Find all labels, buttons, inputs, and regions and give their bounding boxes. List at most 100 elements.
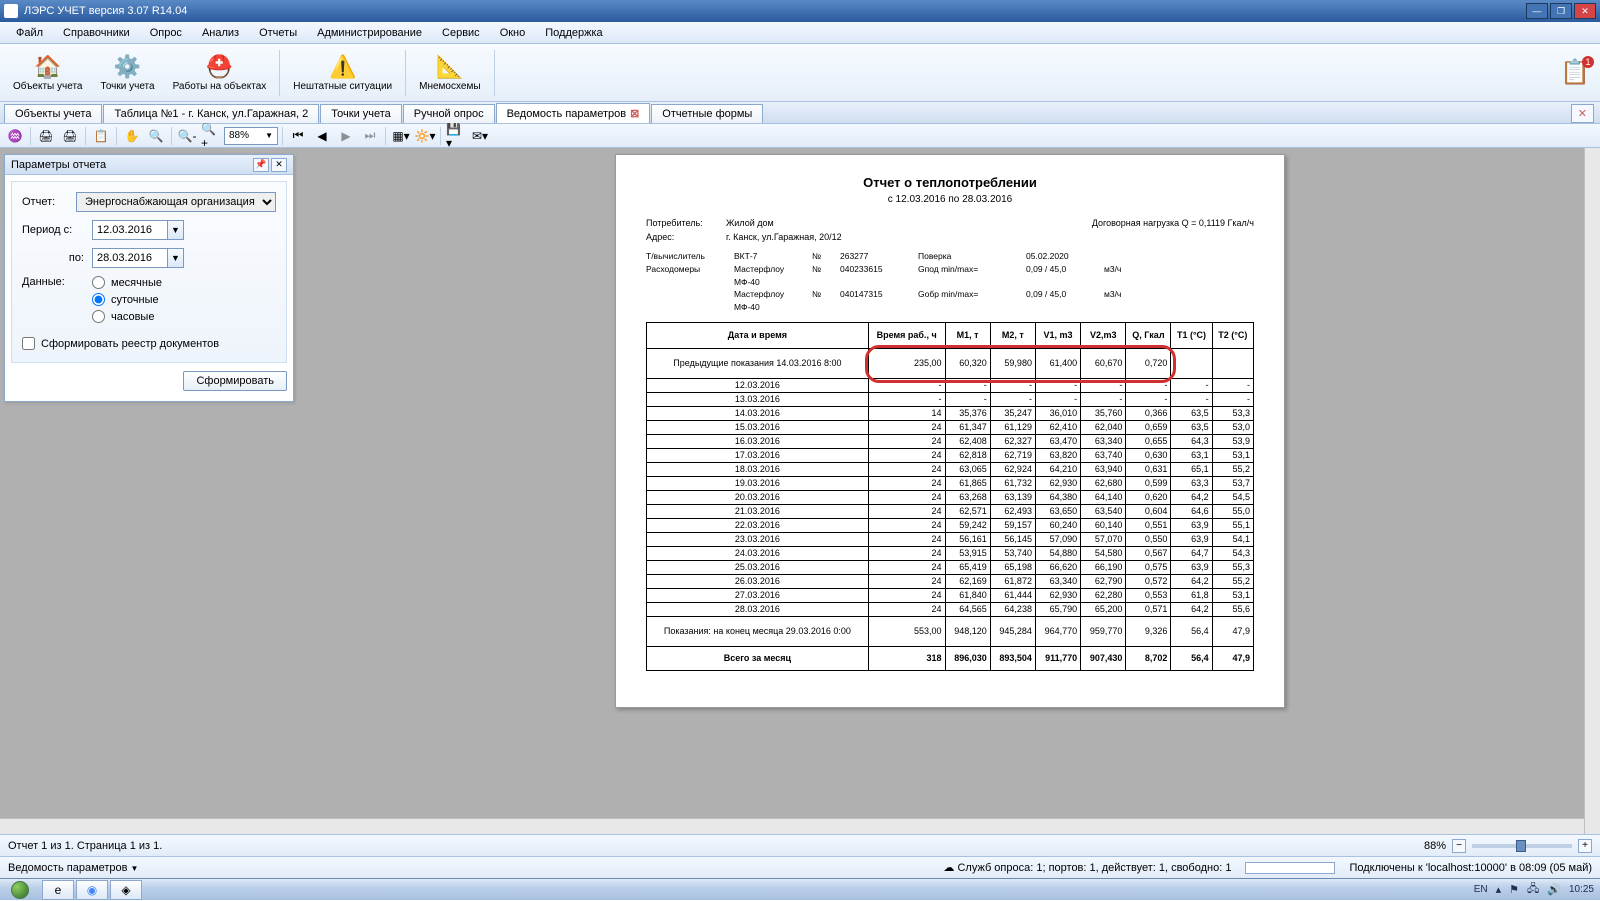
menu-Справочники[interactable]: Справочники bbox=[53, 24, 140, 42]
ribbon-4[interactable]: 📐Мнемосхемы bbox=[410, 50, 489, 95]
watermark-button[interactable]: 🔆▾ bbox=[414, 126, 436, 146]
start-button[interactable] bbox=[0, 879, 40, 901]
tab-3[interactable]: Ручной опрос bbox=[403, 104, 495, 123]
menu-Отчеты[interactable]: Отчеты bbox=[249, 24, 307, 42]
status-left[interactable]: Ведомость параметров▼ bbox=[8, 862, 138, 874]
tree-icon[interactable]: ♒ bbox=[4, 126, 26, 146]
report-label: Отчет: bbox=[22, 196, 76, 208]
email-button[interactable]: ✉▾ bbox=[469, 126, 491, 146]
ribbon-icon: ⛑️ bbox=[204, 53, 234, 81]
close-all-tabs-button[interactable]: ✕ bbox=[1571, 104, 1594, 123]
windows-taskbar: e ◉ ◈ EN ▴ ⚑ 🖧 🔊 10:25 bbox=[0, 878, 1600, 900]
minimize-button[interactable]: — bbox=[1526, 3, 1548, 19]
ribbon-0[interactable]: 🏠Объекты учета bbox=[4, 50, 92, 95]
last-page-button[interactable]: ⏭ bbox=[359, 126, 381, 146]
registry-checkbox-label: Сформировать реестр документов bbox=[41, 338, 219, 350]
zoom-slider[interactable] bbox=[1472, 844, 1572, 848]
clock[interactable]: 10:25 bbox=[1569, 884, 1594, 895]
quick-print-button[interactable]: 🖨 bbox=[59, 126, 81, 146]
menu-Анализ[interactable]: Анализ bbox=[192, 24, 249, 42]
copy-button[interactable]: 📋 bbox=[90, 126, 112, 146]
report-viewport[interactable]: Отчет о теплопотреблении с 12.03.2016 по… bbox=[588, 148, 1312, 834]
report-status-bar: Отчет 1 из 1. Страница 1 из 1. 88% − + bbox=[0, 834, 1600, 856]
tab-2[interactable]: Точки учета bbox=[320, 104, 402, 123]
connection-status: Подключены к 'localhost:10000' в 08:09 (… bbox=[1349, 862, 1592, 874]
tab-1[interactable]: Таблица №1 - г. Канск, ул.Гаражная, 2 bbox=[103, 104, 319, 123]
menu-Окно[interactable]: Окно bbox=[490, 24, 536, 42]
menu-Поддержка[interactable]: Поддержка bbox=[535, 24, 612, 42]
horizontal-scrollbar[interactable] bbox=[0, 818, 1584, 834]
first-page-button[interactable]: ⏮ bbox=[287, 126, 309, 146]
layout-button[interactable]: ▦▾ bbox=[390, 126, 412, 146]
menu-Файл[interactable]: Файл bbox=[6, 24, 53, 42]
close-icon[interactable]: ⊠ bbox=[630, 108, 639, 120]
pin-button[interactable]: 📌 bbox=[253, 158, 269, 172]
ribbon-2[interactable]: ⛑️Работы на объектах bbox=[164, 50, 276, 95]
progress-bar bbox=[1245, 862, 1335, 874]
zoom-combo[interactable]: 88%▼ bbox=[224, 127, 278, 145]
report-toolbar: ♒ 🖨 🖨 📋 ✋ 🔍 🔍- 🔍+ 88%▼ ⏮ ◀ ▶ ⏭ ▦▾ 🔆▾ 💾▾ … bbox=[0, 124, 1600, 148]
zoom-tool-button[interactable]: 🔍 bbox=[145, 126, 167, 146]
hand-tool-button[interactable]: ✋ bbox=[121, 126, 143, 146]
generate-button[interactable]: Сформировать bbox=[183, 371, 287, 391]
tab-0[interactable]: Объекты учета bbox=[4, 104, 102, 123]
report-select[interactable]: Энергоснабжающая организация bbox=[76, 192, 276, 212]
zoom-percent: 88% bbox=[1424, 840, 1446, 852]
notifications-icon[interactable]: 📋1 bbox=[1560, 58, 1590, 87]
document-tabs: Объекты учетаТаблица №1 - г. Канск, ул.Г… bbox=[0, 102, 1600, 124]
zoom-in-button[interactable]: 🔍+ bbox=[200, 126, 222, 146]
panel-close-button[interactable]: ✕ bbox=[271, 158, 287, 172]
period-to-input[interactable]: ▼ bbox=[92, 248, 184, 268]
menu-Опрос[interactable]: Опрос bbox=[140, 24, 192, 42]
taskbar-chrome[interactable]: ◉ bbox=[76, 880, 108, 900]
restore-button[interactable]: ❐ bbox=[1550, 3, 1572, 19]
tray-flag-icon[interactable]: ⚑ bbox=[1509, 883, 1519, 896]
taskbar-app[interactable]: ◈ bbox=[110, 880, 142, 900]
zoom-out-small-button[interactable]: − bbox=[1452, 839, 1466, 853]
tray-up-icon[interactable]: ▴ bbox=[1496, 883, 1502, 896]
window-title: ЛЭРС УЧЕТ версия 3.07 R14.04 bbox=[24, 5, 1526, 17]
ribbon-3[interactable]: ⚠️Нештатные ситуации bbox=[284, 50, 401, 95]
tray-network-icon[interactable]: 🖧 bbox=[1527, 880, 1539, 899]
next-page-button[interactable]: ▶ bbox=[335, 126, 357, 146]
period-from-input[interactable]: ▼ bbox=[92, 220, 184, 240]
data-radio-2[interactable] bbox=[92, 310, 105, 323]
data-label: Данные: bbox=[22, 276, 92, 288]
tray-volume-icon[interactable]: 🔊 bbox=[1547, 883, 1561, 896]
tab-4[interactable]: Ведомость параметров⊠ bbox=[496, 103, 651, 123]
ribbon-icon: 📐 bbox=[435, 53, 465, 81]
report-table: Дата и времяВремя раб., чM1, тM2, тV1, m… bbox=[646, 322, 1254, 671]
period-to-label: по: bbox=[22, 252, 92, 264]
tab-5[interactable]: Отчетные формы bbox=[651, 104, 763, 123]
prev-page-button[interactable]: ◀ bbox=[311, 126, 333, 146]
work-area: Параметры отчета 📌 ✕ Отчет: Энергоснабжа… bbox=[0, 148, 1600, 834]
chevron-down-icon[interactable]: ▼ bbox=[168, 248, 184, 268]
taskbar-ie[interactable]: e bbox=[42, 880, 74, 900]
main-toolbar: 🏠Объекты учета⚙️Точки учета⛑️Работы на о… bbox=[0, 44, 1600, 102]
services-status: ☁ Служб опроса: 1; портов: 1, действует:… bbox=[943, 861, 1231, 874]
title-bar: ЛЭРС УЧЕТ версия 3.07 R14.04 — ❐ ✕ bbox=[0, 0, 1600, 22]
app-icon bbox=[4, 4, 18, 18]
language-indicator[interactable]: EN bbox=[1474, 884, 1488, 895]
report-params-panel: Параметры отчета 📌 ✕ Отчет: Энергоснабжа… bbox=[4, 154, 294, 402]
print-button[interactable]: 🖨 bbox=[35, 126, 57, 146]
registry-checkbox[interactable] bbox=[22, 337, 35, 350]
ribbon-icon: 🏠 bbox=[33, 53, 63, 81]
ribbon-1[interactable]: ⚙️Точки учета bbox=[92, 50, 164, 95]
ribbon-icon: ⚠️ bbox=[328, 53, 358, 81]
period-from-label: Период с: bbox=[22, 224, 92, 236]
zoom-in-small-button[interactable]: + bbox=[1578, 839, 1592, 853]
export-button[interactable]: 💾▾ bbox=[445, 126, 467, 146]
report-title: Отчет о теплопотреблении bbox=[646, 175, 1254, 190]
menu-Сервис[interactable]: Сервис bbox=[432, 24, 490, 42]
menu-Администрирование[interactable]: Администрирование bbox=[307, 24, 432, 42]
data-radio-0[interactable] bbox=[92, 276, 105, 289]
close-button[interactable]: ✕ bbox=[1574, 3, 1596, 19]
data-radio-1[interactable] bbox=[92, 293, 105, 306]
params-panel-title: Параметры отчета 📌 ✕ bbox=[5, 155, 293, 175]
chevron-down-icon[interactable]: ▼ bbox=[168, 220, 184, 240]
report-page: Отчет о теплопотреблении с 12.03.2016 по… bbox=[615, 154, 1285, 708]
zoom-out-button[interactable]: 🔍- bbox=[176, 126, 198, 146]
app-status-bar: Ведомость параметров▼ ☁ Служб опроса: 1;… bbox=[0, 856, 1600, 878]
vertical-scrollbar[interactable] bbox=[1584, 148, 1600, 834]
